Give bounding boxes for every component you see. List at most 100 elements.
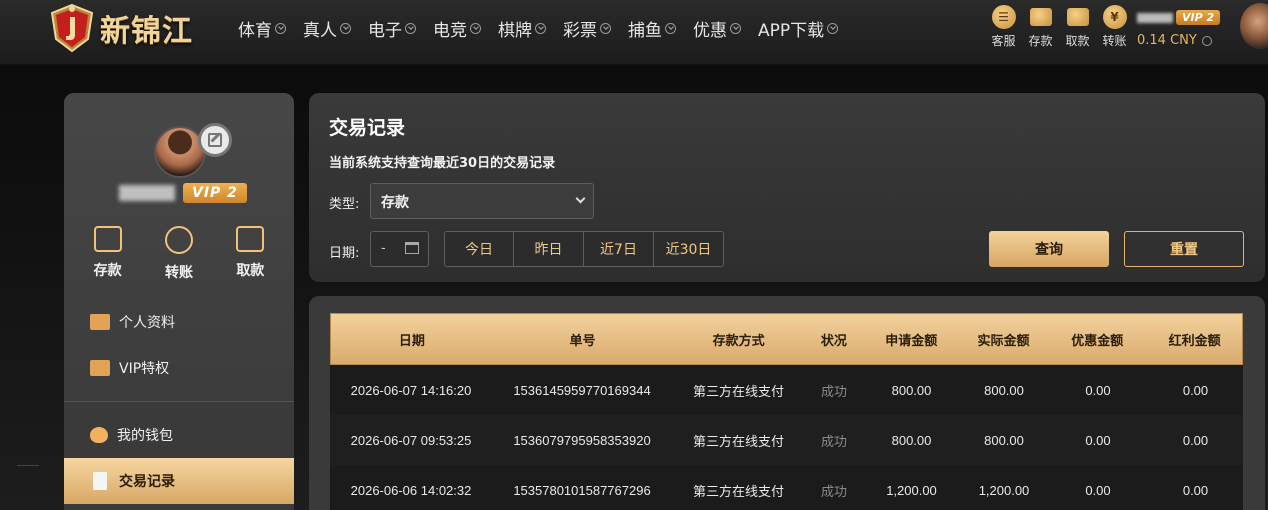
cell-order-no: 1536145959770169344 (513, 382, 651, 398)
table-body: 2026-06-07 14:16:20 1536145959770169344 … (330, 365, 1243, 510)
table-row[interactable]: 2026-06-06 14:02:32 1535780101587767296 … (330, 465, 1243, 510)
nav-label: APP下载 (758, 20, 825, 41)
column-header: 日期 (398, 333, 425, 349)
query-button[interactable]: 查询 (989, 231, 1109, 267)
range-today-button[interactable]: 今日 (444, 231, 514, 267)
cell-bonus: 0.00 (1182, 482, 1209, 498)
cell-status: 成功 (820, 483, 847, 499)
cell-actual: 800.00 (984, 382, 1024, 398)
header-action-label: 取款 (1065, 34, 1090, 48)
sidebar-item-profile[interactable]: 个人资料 (64, 299, 294, 345)
quick-label: 取款 (236, 263, 265, 279)
cell-status: 成功 (820, 383, 847, 399)
chevron-down-icon (470, 22, 481, 34)
sidebar-item-transactions[interactable]: 交易记录 (64, 458, 294, 504)
header-transfer[interactable]: ¥ 转账 (1096, 5, 1133, 49)
balance[interactable]: 0.14 CNY (1137, 33, 1220, 48)
header-action-label: 转账 (1102, 34, 1127, 48)
sidebar: VIP 2 存款 转账 取款 个人资料 VIP特权 我的钱包 交易记录 (64, 93, 294, 510)
header-user[interactable]: VIP 2 0.14 CNY (1137, 7, 1221, 48)
reset-button[interactable]: 重置 (1124, 231, 1244, 267)
username-blurred (119, 185, 175, 201)
sidebar-withdraw-button[interactable]: 取款 (220, 226, 280, 282)
logo-text: 新锦江 (100, 14, 193, 49)
header-action-label: 存款 (1028, 34, 1053, 48)
sidebar-item-vip[interactable]: VIP特权 (64, 345, 294, 391)
header-action-label: 客服 (991, 34, 1016, 48)
header-customer-service[interactable]: ☰ 客服 (985, 5, 1022, 49)
date-range-buttons: 今日 昨日 近7日 近30日 (444, 231, 724, 267)
cell-order-no: 1535780101587767296 (513, 482, 651, 498)
logo[interactable]: 新锦江 (48, 2, 193, 54)
divider (64, 401, 294, 402)
type-select[interactable]: 存款 (370, 183, 594, 219)
quick-label: 存款 (93, 263, 122, 279)
sidebar-item-label: 个人资料 (119, 315, 175, 331)
edit-profile-button[interactable] (198, 123, 232, 157)
records-panel: 日期 单号 存款方式 状况 申请金额 实际金额 优惠金额 红利金额 2026-0… (309, 296, 1265, 510)
withdraw-icon (1066, 8, 1089, 26)
nav-label: 体育 (238, 20, 272, 41)
cell-date: 2026-06-07 09:53:25 (350, 432, 472, 448)
sidebar-user: VIP 2 (119, 183, 247, 203)
date-input-value: - (381, 241, 386, 256)
header-deposit[interactable]: 存款 (1022, 5, 1059, 49)
range-30days-button[interactable]: 近30日 (654, 231, 724, 267)
cell-method: 第三方在线支付 (692, 383, 784, 399)
cell-bonus: 0.00 (1182, 432, 1209, 448)
range-yesterday-button[interactable]: 昨日 (514, 231, 584, 267)
date-input[interactable]: - (370, 231, 429, 267)
nav-label: 真人 (303, 20, 337, 41)
nav-label: 电竞 (433, 20, 467, 41)
card-icon (236, 226, 265, 252)
calendar-icon (405, 242, 419, 254)
nav-item-promotions[interactable]: 优惠 (693, 15, 741, 41)
sidebar-quick-actions: 存款 转账 取款 (64, 226, 294, 282)
nav-label: 彩票 (563, 20, 597, 41)
type-label: 类型: (329, 197, 360, 212)
sidebar-item-label: 我的钱包 (117, 428, 173, 444)
chevron-down-icon (600, 22, 611, 34)
refresh-icon[interactable] (1201, 35, 1212, 46)
table-row[interactable]: 2026-06-07 14:16:20 1536145959770169344 … (330, 365, 1243, 415)
main-nav: 体育 真人 电子 电竞 棋牌 彩票 捕鱼 优惠 APP下载 (238, 15, 855, 41)
nav-item-app-download[interactable]: APP下载 (758, 15, 839, 41)
nav-label: 捕鱼 (628, 20, 662, 41)
cell-method: 第三方在线支付 (692, 433, 784, 449)
cell-order-no: 1536079795958353920 (513, 432, 651, 448)
cell-discount: 0.00 (1085, 482, 1111, 498)
sidebar-deposit-button[interactable]: 存款 (78, 226, 138, 282)
cell-actual: 1,200.00 (978, 482, 1030, 498)
nav-item-live[interactable]: 真人 (303, 15, 351, 41)
column-header: 优惠金额 (1071, 333, 1124, 349)
table-row[interactable]: 2026-06-07 09:53:25 1536079795958353920 … (330, 415, 1243, 465)
date-label: 日期: (329, 246, 360, 261)
nav-item-cards[interactable]: 棋牌 (498, 15, 546, 41)
profile-card-icon (90, 314, 110, 330)
chevron-down-icon (535, 22, 546, 34)
quick-label: 转账 (164, 265, 193, 281)
nav-item-fishing[interactable]: 捕鱼 (628, 15, 676, 41)
nav-item-lottery[interactable]: 彩票 (563, 15, 611, 41)
wallet-icon (93, 226, 122, 252)
cell-discount: 0.00 (1085, 432, 1111, 448)
nav-item-slots[interactable]: 电子 (368, 15, 416, 41)
type-select-value: 存款 (381, 195, 409, 211)
nav-item-sports[interactable]: 体育 (238, 15, 286, 41)
header-withdraw[interactable]: 取款 (1059, 5, 1096, 49)
wallet-icon (1029, 8, 1052, 26)
nav-label: 棋牌 (498, 20, 532, 41)
header-actions: ☰ 客服 存款 取款 ¥ 转账 (985, 5, 1133, 49)
sidebar-item-label: 交易记录 (119, 474, 175, 490)
sidebar-transfer-button[interactable]: 转账 (149, 226, 209, 282)
nav-item-esports[interactable]: 电竞 (433, 15, 481, 41)
table-header: 日期 单号 存款方式 状况 申请金额 实际金额 优惠金额 红利金额 (330, 313, 1243, 365)
header-avatar[interactable] (1240, 3, 1268, 49)
range-7days-button[interactable]: 近7日 (584, 231, 654, 267)
chevron-down-icon (665, 22, 676, 34)
cell-requested: 1,200.00 (886, 482, 937, 498)
cell-discount: 0.00 (1085, 382, 1111, 398)
cell-actual: 800.00 (984, 432, 1024, 448)
cell-bonus: 0.00 (1182, 382, 1209, 398)
sidebar-item-wallet[interactable]: 我的钱包 (64, 412, 294, 458)
